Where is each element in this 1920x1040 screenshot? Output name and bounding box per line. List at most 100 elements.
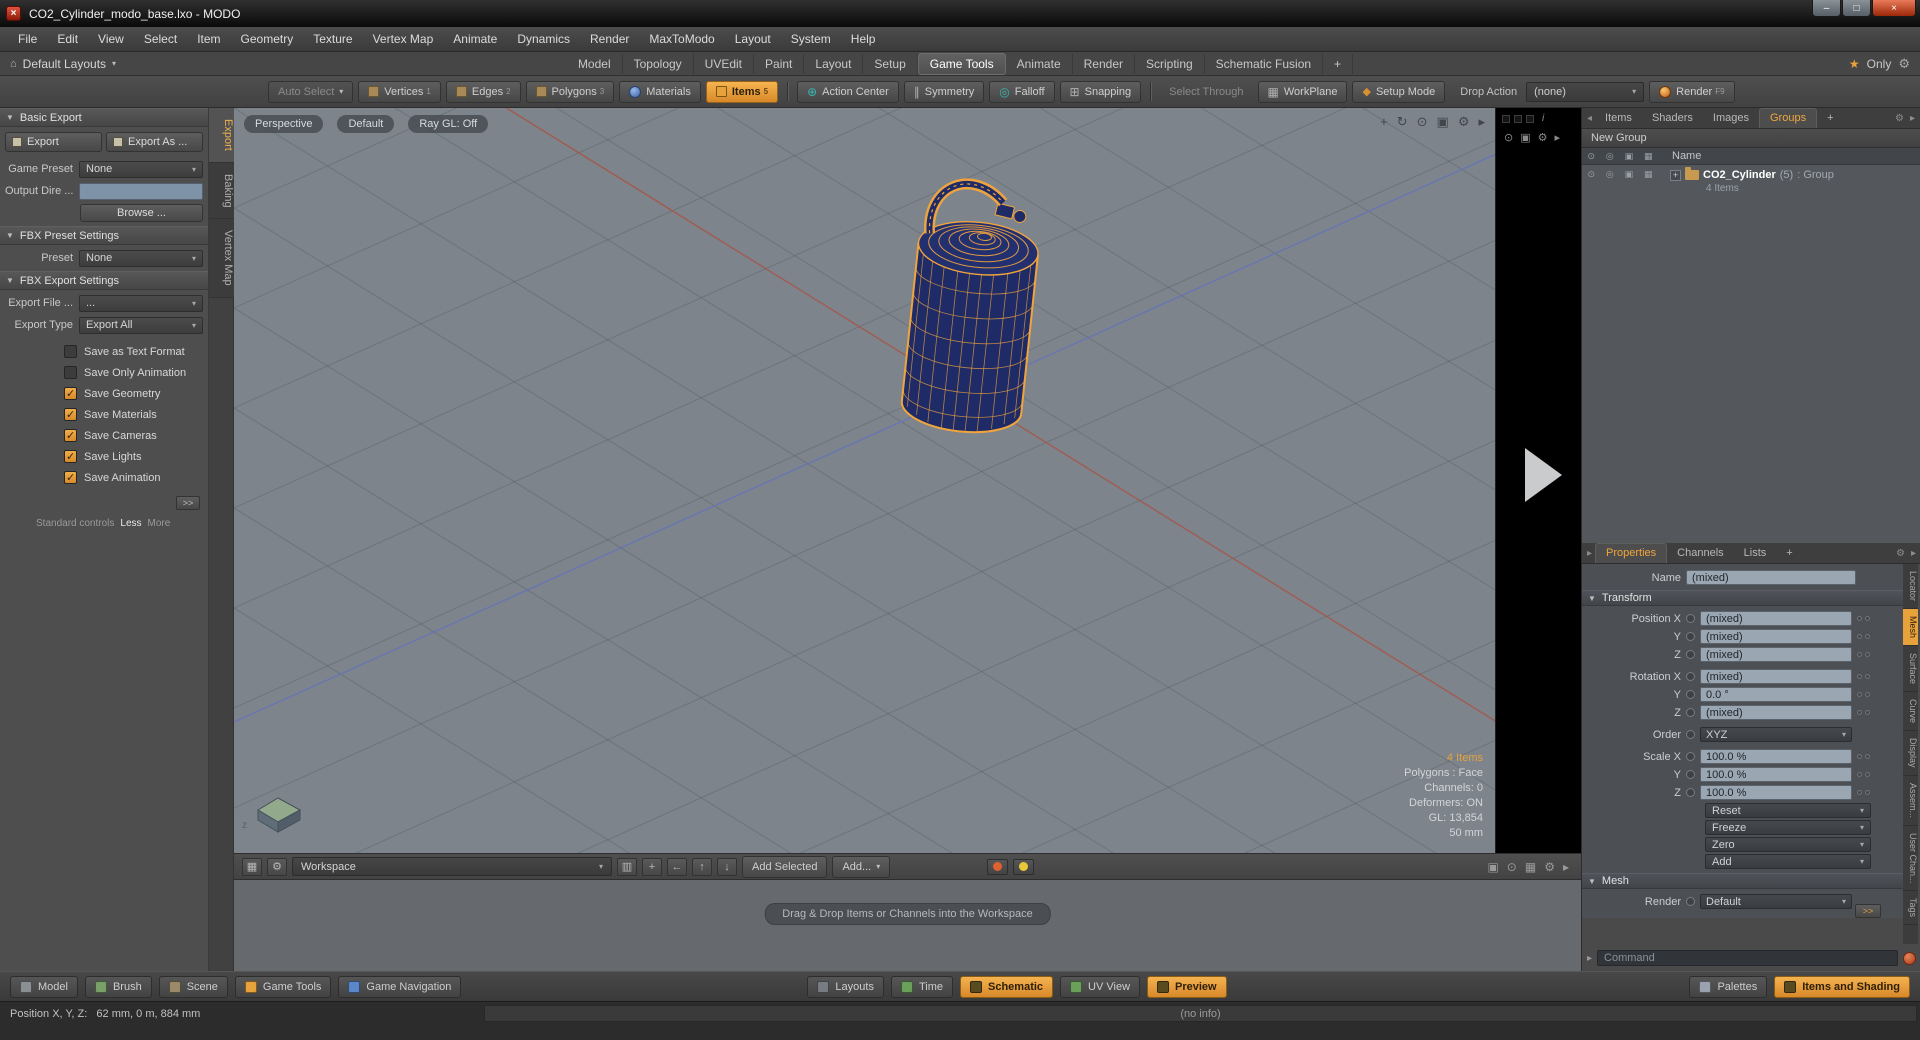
polygons-mode-button[interactable]: Polygons 3 (525, 80, 615, 103)
visibility-eye-icon[interactable]: ⊙ (1587, 169, 1595, 194)
preview-panel[interactable]: i ⊙ ▣ ⚙ ▸ (1495, 108, 1581, 853)
palette-uv-view-button[interactable]: UV View (1060, 975, 1141, 998)
scale-y-field[interactable]: 100.0 % (1700, 767, 1852, 782)
panel-dot-icon[interactable] (1526, 114, 1534, 123)
export-file-dropdown[interactable]: ... ▾ (79, 294, 203, 312)
rotation-x-field[interactable]: (mixed) (1700, 669, 1852, 684)
scale-x-field[interactable]: 100.0 % (1700, 749, 1852, 764)
pan-icon[interactable]: + (1380, 114, 1388, 130)
render-column-icon[interactable]: ◎ (1606, 151, 1614, 162)
palette-items-shading-button[interactable]: Items and Shading (1774, 975, 1910, 998)
tab-baking-vertical[interactable]: Baking (209, 162, 234, 220)
menu-render[interactable]: Render (580, 29, 639, 49)
preview-more-icon[interactable]: ▸ (1555, 131, 1561, 144)
palette-game-tools-button[interactable]: Game Tools (234, 975, 332, 998)
action-center-button[interactable]: ⊕ Action Center (797, 80, 899, 103)
menu-edit[interactable]: Edit (47, 29, 88, 49)
side-tab-curve[interactable]: Curve (1903, 692, 1918, 732)
visibility-column-icon[interactable]: ⊙ (1587, 151, 1595, 162)
reset-button[interactable]: Reset ▾ (1705, 803, 1871, 818)
add-button[interactable]: Add ▾ (1705, 854, 1871, 869)
menu-item[interactable]: Item (187, 29, 230, 49)
render-toggle-icon[interactable]: ◎ (1606, 169, 1614, 194)
zoom-icon[interactable]: ⊙ (1417, 114, 1428, 130)
workplane-button[interactable]: ▦ WorkPlane (1257, 80, 1348, 103)
palette-layouts-button[interactable]: Layouts (807, 975, 884, 998)
menu-layout[interactable]: Layout (725, 29, 781, 49)
vertices-mode-button[interactable]: Vertices 1 (358, 80, 441, 103)
side-tab-display[interactable]: Display (1903, 731, 1918, 776)
fbx-preset-header[interactable]: ▼ FBX Preset Settings (0, 226, 208, 245)
scale-z-field[interactable]: 100.0 % (1700, 785, 1852, 800)
list-more-icon[interactable]: ▸ (1910, 113, 1915, 124)
channel-dot-icon[interactable] (1686, 690, 1695, 699)
browse-button[interactable]: Browse ... (80, 204, 203, 222)
group-name[interactable]: CO2_Cylinder (1703, 169, 1776, 181)
close-button[interactable]: × (1872, 0, 1916, 17)
preview-zoom-icon[interactable]: ⊙ (1504, 131, 1513, 144)
info-icon[interactable]: i (1542, 113, 1544, 124)
menu-system[interactable]: System (781, 29, 841, 49)
link-color-toggle-orange[interactable] (987, 858, 1009, 875)
tab-items[interactable]: Items (1595, 109, 1642, 128)
maximize-button[interactable]: □ (1842, 0, 1871, 17)
new-group-button[interactable]: New Group (1582, 129, 1920, 148)
workspace-dropdown[interactable]: Workspace ▾ (292, 857, 612, 876)
viewport-settings-icon[interactable]: ⚙ (1458, 114, 1470, 130)
auto-select-button[interactable]: Auto Select ▾ (268, 80, 354, 103)
group-row-co2-cylinder[interactable]: ⊙ ◎ ▣ ▦ + CO2_Cylinder (5) : Group 4 Ite… (1582, 165, 1920, 194)
palette-palettes-button[interactable]: Palettes (1689, 975, 1768, 998)
channel-dot-icon[interactable] (1686, 672, 1695, 681)
arrow-down-icon[interactable]: ↓ (717, 857, 737, 876)
transform-section-header[interactable]: ▼ Transform (1582, 590, 1905, 606)
list-settings-icon[interactable]: ⚙ (1895, 113, 1904, 124)
save-geometry-checkbox[interactable] (64, 387, 77, 400)
save-cameras-row[interactable]: Save Cameras (0, 425, 208, 446)
align-icon[interactable]: + (642, 857, 662, 876)
channel-dot-icon[interactable] (1686, 632, 1695, 641)
preview-settings-icon[interactable]: ⚙ (1538, 131, 1548, 144)
save-as-text-row[interactable]: Save as Text Format (0, 341, 208, 362)
more-properties-button[interactable]: >> (1855, 904, 1881, 918)
tab-render[interactable]: Render (1073, 53, 1135, 74)
zero-button[interactable]: Zero ▾ (1705, 837, 1871, 852)
render-button[interactable]: Render F9 (1649, 80, 1735, 103)
save-only-animation-checkbox[interactable] (64, 366, 77, 379)
maximize-viewport-icon[interactable]: ▣ (1437, 114, 1449, 130)
props-settings-icon[interactable]: ⚙ (1896, 548, 1905, 559)
tab-uvedit[interactable]: UVEdit (694, 53, 755, 74)
menu-geometry[interactable]: Geometry (231, 29, 304, 49)
schematic-fit-icon[interactable]: ▦ (1525, 860, 1536, 874)
position-x-field[interactable]: (mixed) (1700, 611, 1852, 626)
tab-layout[interactable]: Layout (804, 53, 864, 74)
tab-add[interactable]: + (1323, 53, 1354, 74)
lock-toggle-icon[interactable]: ▣ (1625, 169, 1634, 194)
drop-action-dropdown[interactable]: (none) ▾ (1526, 81, 1645, 102)
save-materials-row[interactable]: Save Materials (0, 404, 208, 425)
more-toggle[interactable]: More (148, 518, 171, 529)
palette-game-navigation-button[interactable]: Game Navigation (338, 975, 462, 998)
menu-maxtomodo[interactable]: MaxToModo (639, 29, 724, 49)
tab-channels[interactable]: Channels (1667, 544, 1733, 563)
viewport-view-button[interactable]: Default (337, 115, 395, 133)
rot-icon[interactable]: ↻ (1397, 114, 1408, 130)
side-tab-surface[interactable]: Surface (1903, 646, 1918, 693)
tab-schematic-fusion[interactable]: Schematic Fusion (1205, 53, 1324, 74)
side-tab-assembly[interactable]: Assem... (1903, 776, 1918, 826)
freeze-button[interactable]: Freeze ▾ (1705, 820, 1871, 835)
symmetry-button[interactable]: ∥ Symmetry (903, 80, 985, 103)
play-button[interactable] (1525, 448, 1562, 502)
menu-file[interactable]: File (8, 29, 47, 49)
export-type-dropdown[interactable]: Export All ▾ (79, 316, 203, 334)
filter-toggle-icon[interactable]: ▦ (1644, 169, 1653, 194)
arrow-left-icon[interactable]: ← (667, 857, 687, 876)
tab-animate[interactable]: Animate (1006, 53, 1073, 74)
less-toggle[interactable]: Less (120, 518, 141, 529)
minimize-button[interactable]: – (1812, 0, 1841, 17)
palette-model-button[interactable]: Model (10, 975, 78, 998)
save-geometry-row[interactable]: Save Geometry (0, 383, 208, 404)
rotation-z-field[interactable]: (mixed) (1700, 705, 1852, 720)
gear-icon[interactable]: ⚙ (1898, 56, 1910, 72)
tab-lists[interactable]: Lists (1734, 544, 1777, 563)
export-as-button[interactable]: Export As ... (106, 132, 203, 152)
